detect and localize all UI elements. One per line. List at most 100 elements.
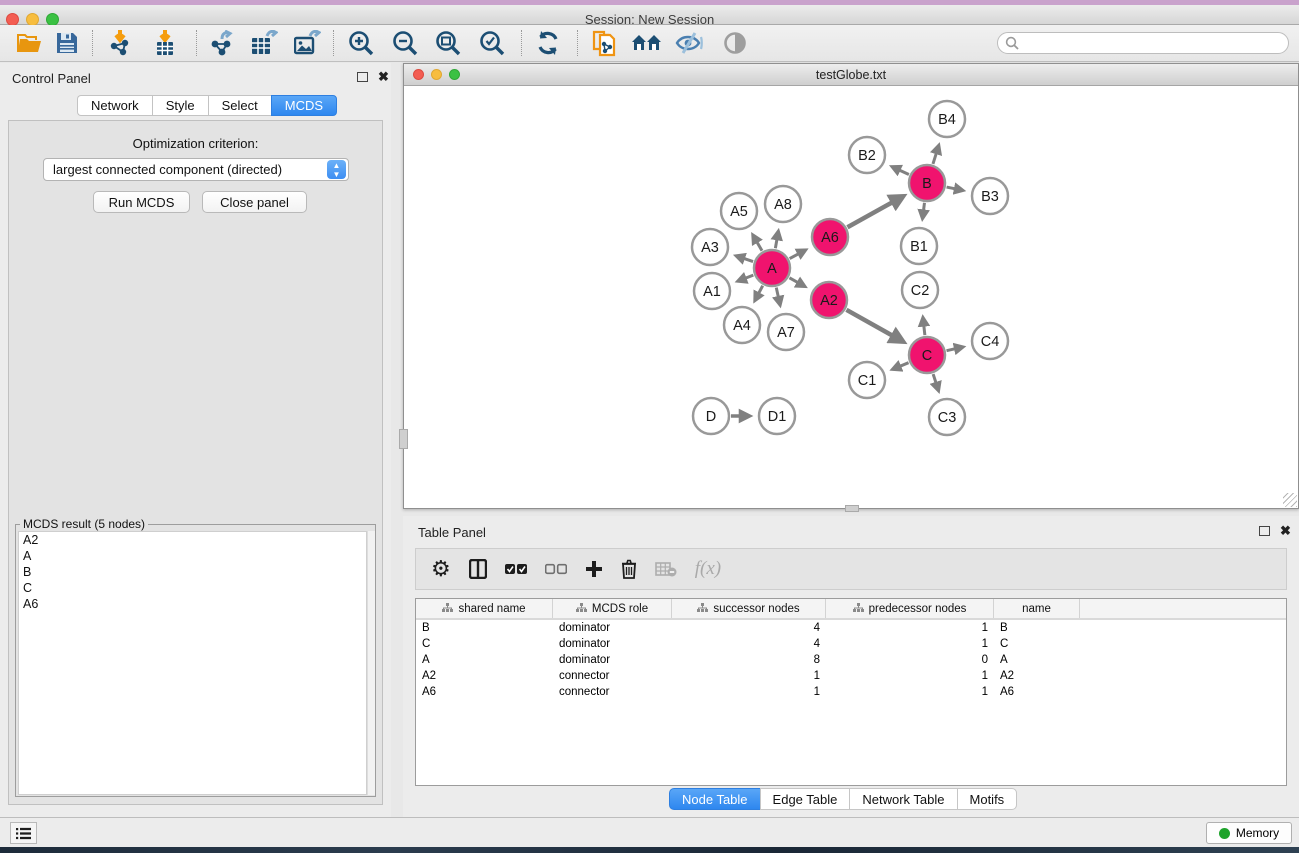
edge-A6-B[interactable] xyxy=(847,197,902,228)
table-cell[interactable]: A2 xyxy=(416,670,553,682)
edge-A2-C[interactable] xyxy=(846,310,902,342)
table-cell[interactable]: dominator xyxy=(553,654,672,666)
network-canvas[interactable]: AA1A2A3A4A5A6A7A8BB1B2B3B4CC1C2C3C4DD1 xyxy=(405,87,1297,507)
node-B2[interactable]: B2 xyxy=(849,137,885,173)
float-panel-icon[interactable] xyxy=(357,72,368,82)
mcds-result-item[interactable]: A xyxy=(19,548,366,564)
zoom-out-icon[interactable] xyxy=(388,28,422,58)
table-options-icon[interactable]: ⚙ xyxy=(431,556,451,582)
float-table-panel-icon[interactable] xyxy=(1259,526,1270,536)
delete-table-icon[interactable] xyxy=(655,561,677,577)
table-cell[interactable]: 1 xyxy=(826,638,994,650)
node-C1[interactable]: C1 xyxy=(849,362,885,398)
zoom-fit-icon[interactable] xyxy=(431,28,465,58)
table-cell[interactable]: A xyxy=(994,654,1080,666)
node-A5[interactable]: A5 xyxy=(721,193,757,229)
memory-button[interactable]: Memory xyxy=(1206,822,1292,844)
edge-A-A5[interactable] xyxy=(753,235,762,250)
edge-C-C3[interactable] xyxy=(933,374,938,390)
table-cell[interactable]: 4 xyxy=(672,638,826,650)
table-row[interactable]: Cdominator41C xyxy=(416,636,1286,652)
show-columns-icon[interactable] xyxy=(469,559,487,579)
close-panel-button[interactable]: Close panel xyxy=(202,191,307,213)
edge-B-B3[interactable] xyxy=(947,187,963,190)
table-cell[interactable]: A2 xyxy=(994,670,1080,682)
zoom-selected-icon[interactable] xyxy=(475,28,509,58)
resize-grip-icon[interactable] xyxy=(1283,493,1297,507)
column-header-shared-name[interactable]: shared name xyxy=(416,599,553,618)
node-C4[interactable]: C4 xyxy=(972,323,1008,359)
left-divider-grip[interactable] xyxy=(399,429,408,449)
mcds-result-item[interactable]: B xyxy=(19,564,366,580)
search-field[interactable] xyxy=(997,32,1289,54)
show-all-icon[interactable] xyxy=(718,28,752,58)
close-panel-icon[interactable]: ✖ xyxy=(378,72,389,82)
column-header-successor-nodes[interactable]: successor nodes xyxy=(672,599,826,618)
column-header-predecessor-nodes[interactable]: predecessor nodes xyxy=(826,599,994,618)
edge-C-C1[interactable] xyxy=(893,363,909,370)
table-cell[interactable]: 1 xyxy=(826,686,994,698)
node-B1[interactable]: B1 xyxy=(901,228,937,264)
mcds-result-item[interactable]: C xyxy=(19,580,366,596)
close-table-panel-icon[interactable]: ✖ xyxy=(1280,526,1291,536)
add-column-icon[interactable] xyxy=(585,560,603,578)
table-cell[interactable]: dominator xyxy=(553,622,672,634)
node-A7[interactable]: A7 xyxy=(768,314,804,350)
node-C2[interactable]: C2 xyxy=(902,272,938,308)
node-A6[interactable]: A6 xyxy=(812,219,848,255)
edge-A-A7[interactable] xyxy=(776,288,780,305)
edge-A-A4[interactable] xyxy=(755,286,763,301)
table-row[interactable]: Adominator80A xyxy=(416,652,1286,668)
table-cell[interactable]: 4 xyxy=(672,622,826,634)
edge-A-A6[interactable] xyxy=(790,250,806,258)
table-cell[interactable]: connector xyxy=(553,670,672,682)
zoom-network-button[interactable] xyxy=(449,69,460,80)
node-A3[interactable]: A3 xyxy=(692,229,728,265)
minimize-network-button[interactable] xyxy=(431,69,442,80)
edge-C-C2[interactable] xyxy=(923,318,925,335)
export-table-icon[interactable] xyxy=(247,28,281,58)
bottom-divider-grip[interactable] xyxy=(845,505,859,512)
table-cell[interactable]: 1 xyxy=(826,670,994,682)
refresh-icon[interactable] xyxy=(531,28,565,58)
import-table-icon[interactable] xyxy=(148,28,182,58)
edge-C-C4[interactable] xyxy=(947,347,963,351)
table-cell[interactable]: B xyxy=(416,622,553,634)
table-row[interactable]: A2connector11A2 xyxy=(416,668,1286,684)
search-input[interactable] xyxy=(1019,36,1269,50)
table-cell[interactable]: 1 xyxy=(672,670,826,682)
node-A1[interactable]: A1 xyxy=(694,273,730,309)
node-B[interactable]: B xyxy=(909,165,945,201)
table-row[interactable]: A6connector11A6 xyxy=(416,684,1286,700)
edge-B-B1[interactable] xyxy=(923,203,925,218)
close-network-button[interactable] xyxy=(413,69,424,80)
node-B3[interactable]: B3 xyxy=(972,178,1008,214)
edge-A-A1[interactable] xyxy=(738,275,753,281)
table-cell[interactable]: 0 xyxy=(826,654,994,666)
tab-select[interactable]: Select xyxy=(208,95,271,116)
tab-node-table[interactable]: Node Table xyxy=(669,788,760,810)
node-A2[interactable]: A2 xyxy=(811,282,847,318)
network-window-titlebar[interactable]: testGlobe.txt xyxy=(404,64,1298,86)
node-D1[interactable]: D1 xyxy=(759,398,795,434)
column-header-MCDS-role[interactable]: MCDS role xyxy=(553,599,672,618)
open-session-icon[interactable] xyxy=(13,28,47,58)
function-builder-icon[interactable]: f(x) xyxy=(695,558,721,580)
new-network-from-selection-icon[interactable] xyxy=(588,28,622,58)
network-gallery-icon[interactable] xyxy=(630,28,664,58)
zoom-in-icon[interactable] xyxy=(344,28,378,58)
edge-A-A8[interactable] xyxy=(775,232,778,249)
edge-A-A3[interactable] xyxy=(737,256,754,262)
edge-A-A2[interactable] xyxy=(789,278,804,287)
node-C3[interactable]: C3 xyxy=(929,399,965,435)
table-cell[interactable]: B xyxy=(994,622,1080,634)
table-cell[interactable]: 1 xyxy=(672,686,826,698)
table-row[interactable]: Bdominator41B xyxy=(416,620,1286,636)
export-network-icon[interactable] xyxy=(205,28,239,58)
node-A8[interactable]: A8 xyxy=(765,186,801,222)
node-A[interactable]: A xyxy=(754,250,790,286)
tab-network[interactable]: Network xyxy=(77,95,152,116)
table-cell[interactable]: A6 xyxy=(416,686,553,698)
run-mcds-button[interactable]: Run MCDS xyxy=(93,191,190,213)
node-C[interactable]: C xyxy=(909,337,945,373)
